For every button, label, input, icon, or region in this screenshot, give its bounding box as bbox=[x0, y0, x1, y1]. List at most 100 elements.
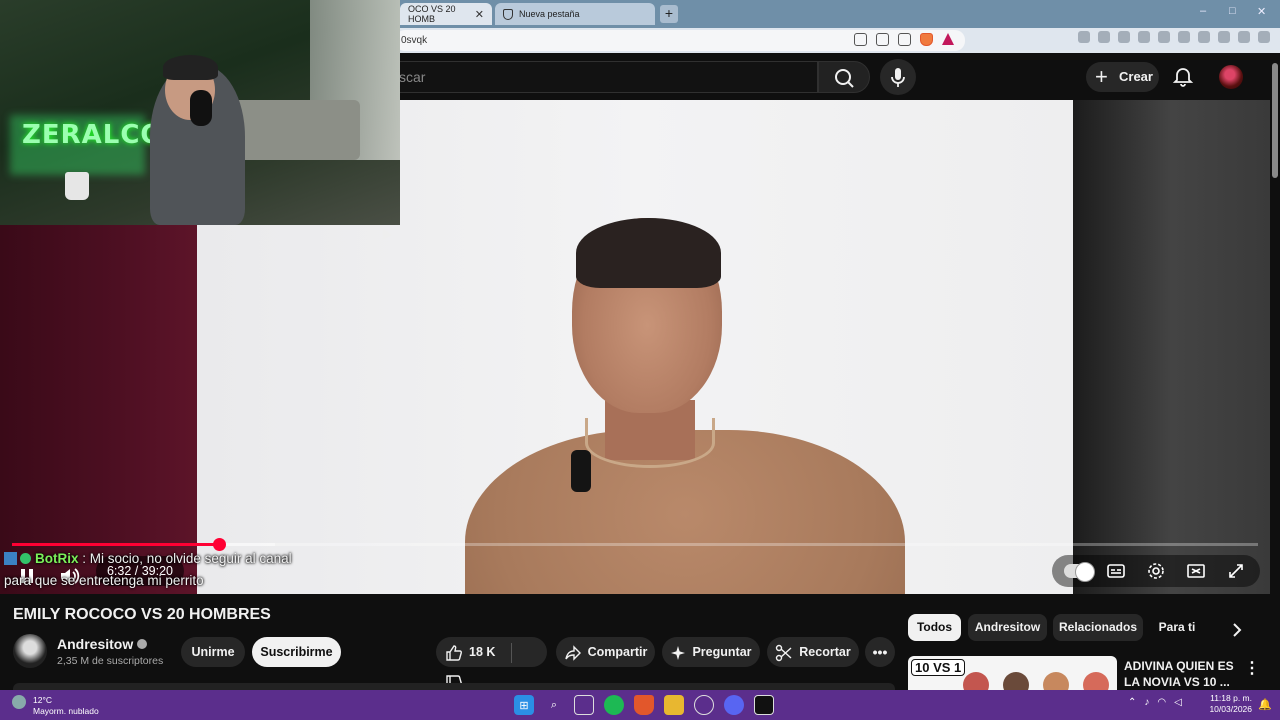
vpn-icon[interactable] bbox=[1218, 31, 1230, 43]
brave-rewards-icon[interactable] bbox=[942, 33, 954, 45]
sidebar-icon[interactable] bbox=[1158, 31, 1170, 43]
video-person-collar bbox=[585, 418, 715, 468]
progress-bar[interactable] bbox=[12, 538, 1258, 551]
tab-label: Nueva pestaña bbox=[519, 9, 580, 19]
menu-icon[interactable] bbox=[1258, 31, 1270, 43]
leo-icon[interactable] bbox=[1198, 31, 1210, 43]
discord-icon[interactable] bbox=[724, 695, 744, 715]
video-title: EMILY ROCOCO VS 20 HOMBRES bbox=[13, 606, 271, 623]
spotify-icon[interactable] bbox=[604, 695, 624, 715]
description-box-edge bbox=[13, 683, 895, 690]
microphone-icon bbox=[891, 68, 905, 87]
join-button[interactable]: Unirme bbox=[181, 637, 245, 667]
ask-button[interactable]: Preguntar bbox=[662, 637, 760, 667]
extension-icon[interactable] bbox=[1078, 31, 1090, 43]
extension-icon[interactable] bbox=[1118, 31, 1130, 43]
brave-browser-icon[interactable] bbox=[634, 695, 654, 715]
channel-name-link[interactable]: Andresitow bbox=[57, 636, 148, 652]
recommended-video-thumbnail[interactable]: 10 VS 1 bbox=[908, 656, 1117, 690]
task-view-icon[interactable] bbox=[574, 695, 594, 715]
headset-icon bbox=[190, 90, 212, 126]
theater-mode-icon[interactable] bbox=[1186, 561, 1206, 581]
like-button[interactable]: 18 K bbox=[445, 645, 495, 661]
screen: OCO VS 20 HOMB ✕ Nueva pestaña + – □ ✕ 0… bbox=[0, 0, 1280, 720]
clip-label: Recortar bbox=[799, 645, 851, 659]
microphone-tray-icon[interactable]: ♪ bbox=[1144, 697, 1149, 708]
maximize-button[interactable]: □ bbox=[1229, 5, 1236, 17]
search-icon[interactable]: ⌕ bbox=[544, 695, 564, 715]
verified-bot-badge-icon bbox=[20, 553, 31, 564]
thumbs-up-icon bbox=[446, 645, 462, 661]
share-icon[interactable] bbox=[898, 33, 911, 46]
subtitles-icon[interactable] bbox=[1106, 561, 1126, 581]
more-vertical-icon[interactable]: ⋮ bbox=[1244, 658, 1260, 678]
close-window-button[interactable]: ✕ bbox=[1257, 5, 1266, 18]
chip-all[interactable]: Todos bbox=[908, 614, 961, 641]
tab-new-tab[interactable]: Nueva pestaña bbox=[495, 3, 655, 25]
obs-icon[interactable] bbox=[694, 695, 714, 715]
account-avatar[interactable] bbox=[1219, 65, 1243, 89]
chevron-up-icon[interactable]: ⌃ bbox=[1128, 697, 1136, 708]
create-label: Crear bbox=[1119, 69, 1153, 84]
file-explorer-icon[interactable] bbox=[664, 695, 684, 715]
windows-start-icon[interactable]: ⊞ bbox=[514, 695, 534, 715]
terminal-icon[interactable] bbox=[754, 695, 774, 715]
bell-icon bbox=[1172, 68, 1194, 87]
chip-for-you[interactable]: Para ti bbox=[1149, 614, 1205, 641]
video-person-hair bbox=[576, 218, 721, 288]
player-right-controls bbox=[1052, 555, 1260, 587]
clip-button[interactable]: Recortar bbox=[767, 637, 859, 667]
page-scrollbar[interactable] bbox=[1270, 53, 1280, 690]
chevron-right-icon[interactable] bbox=[1229, 620, 1245, 640]
notification-bell-icon[interactable]: 🔔 bbox=[1258, 698, 1272, 711]
search-button[interactable] bbox=[818, 61, 870, 93]
profile-icon[interactable] bbox=[1238, 31, 1250, 43]
scrollbar-thumb[interactable] bbox=[1272, 63, 1278, 178]
address-bar-actions bbox=[854, 33, 954, 46]
chip-channel[interactable]: Andresitow bbox=[968, 614, 1047, 641]
chip-related[interactable]: Relacionados bbox=[1053, 614, 1143, 641]
taskbar-apps: ⊞ ⌕ bbox=[514, 695, 774, 715]
recommended-video-title[interactable]: ADIVINA QUIEN ES LA NOVIA VS 10 ... bbox=[1124, 658, 1234, 690]
address-text: 0svqk bbox=[401, 35, 428, 46]
thumbnail-badge: 10 VS 1 bbox=[911, 659, 966, 676]
music-icon[interactable] bbox=[1138, 31, 1150, 43]
subscribe-button[interactable]: Suscribirme bbox=[252, 637, 341, 667]
subscriber-count: 2,35 M de suscriptores bbox=[57, 655, 164, 667]
speaker-icon[interactable]: ◁ bbox=[1174, 697, 1182, 708]
zoom-icon[interactable] bbox=[854, 33, 867, 46]
system-clock[interactable]: 11:18 p. m. 10/03/2026 bbox=[1206, 693, 1252, 715]
wallet-icon[interactable] bbox=[1178, 31, 1190, 43]
share-arrow-icon bbox=[564, 645, 581, 661]
new-tab-button[interactable]: + bbox=[660, 5, 678, 23]
tab-current-video[interactable]: OCO VS 20 HOMB ✕ bbox=[400, 3, 492, 25]
ask-label: Preguntar bbox=[692, 645, 752, 659]
notifications-button[interactable] bbox=[1172, 66, 1194, 93]
neon-sign-logo: ZERALCO bbox=[22, 120, 164, 150]
scissors-icon bbox=[776, 644, 792, 661]
clock-date: 10/03/2026 bbox=[1209, 704, 1252, 714]
moderator-badge-icon bbox=[4, 552, 17, 565]
fullscreen-icon[interactable] bbox=[1226, 561, 1246, 581]
extension-toolbar bbox=[1078, 31, 1270, 43]
channel-name: Andresitow bbox=[57, 636, 134, 652]
settings-gear-icon[interactable] bbox=[1146, 561, 1166, 581]
create-button[interactable]: + Crear bbox=[1086, 62, 1159, 92]
voice-search-button[interactable] bbox=[880, 59, 916, 95]
webcam-bed bbox=[230, 100, 360, 160]
more-actions-button[interactable]: ••• bbox=[865, 637, 895, 667]
cast-icon[interactable] bbox=[876, 33, 889, 46]
clock-time: 11:18 p. m. bbox=[1210, 693, 1252, 703]
channel-avatar[interactable] bbox=[13, 634, 47, 668]
minimize-button[interactable]: – bbox=[1200, 5, 1206, 17]
weather-condition: Mayorm. nublado bbox=[33, 706, 99, 716]
close-tab-icon[interactable]: ✕ bbox=[475, 8, 484, 21]
extension-icon[interactable] bbox=[1098, 31, 1110, 43]
weather-cloud-icon bbox=[12, 695, 26, 709]
share-button[interactable]: Compartir bbox=[556, 637, 655, 667]
autoplay-toggle[interactable] bbox=[1064, 562, 1095, 582]
network-icon[interactable]: ◠ bbox=[1157, 697, 1166, 708]
brave-shields-icon[interactable] bbox=[920, 33, 933, 46]
search-input[interactable]: scar bbox=[390, 61, 818, 93]
verified-check-icon bbox=[137, 639, 148, 649]
